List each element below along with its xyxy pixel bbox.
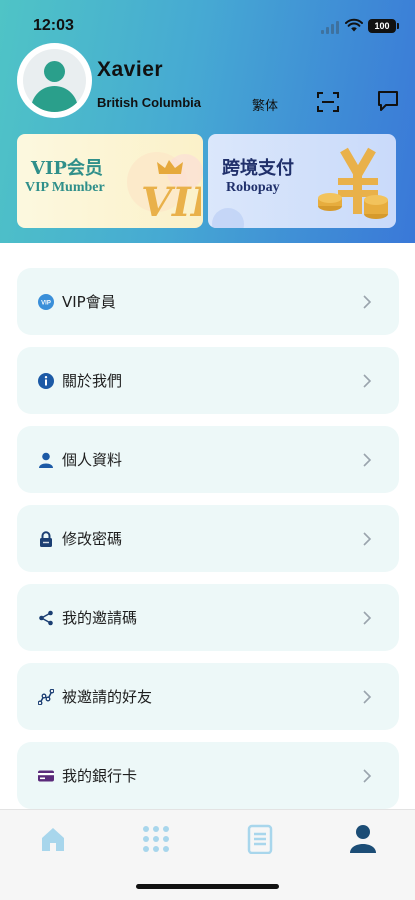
chevron-right-icon (363, 769, 372, 783)
cellular-signal-icon (321, 21, 341, 34)
grid-icon[interactable] (141, 824, 171, 854)
home-indicator (136, 884, 279, 889)
menu-item-invite-code[interactable]: 我的邀請碼 (17, 584, 399, 651)
menu-item-label: 關於我們 (62, 372, 123, 390)
chevron-right-icon (363, 453, 372, 467)
menu-item-profile[interactable]: 個人資料 (17, 426, 399, 493)
profile-header: 12:03 100 Xavier British Columbia 繁体 VIP… (0, 0, 415, 243)
menu-item-label: 我的銀行卡 (62, 767, 138, 785)
chevron-right-icon (363, 374, 372, 388)
menu-item-about[interactable]: 關於我們 (17, 347, 399, 414)
avatar[interactable] (17, 43, 92, 118)
vip-member-banner[interactable]: VIP会员 VIP Mumber VIP (17, 134, 203, 228)
status-bar: 12:03 100 (0, 0, 415, 48)
status-time: 12:03 (33, 17, 74, 34)
battery-icon: 100 (368, 19, 399, 33)
network-icon (38, 689, 54, 705)
menu-item-label: 個人資料 (62, 451, 123, 469)
vip-badge-icon: VIP (38, 294, 54, 310)
yuan-coins-icon (318, 147, 388, 219)
info-icon (38, 373, 54, 389)
menu-item-invited-friends[interactable]: 被邀請的好友 (17, 663, 399, 730)
home-icon[interactable] (38, 824, 68, 854)
menu-item-vip[interactable]: VIP VIP會員 (17, 268, 399, 335)
vip-banner-subtitle: VIP Mumber (25, 180, 105, 195)
chevron-right-icon (363, 532, 372, 546)
share-icon (39, 610, 53, 626)
profile-location: British Columbia (97, 95, 202, 110)
chevron-right-icon (363, 295, 372, 309)
pay-banner-title: 跨境支付 (222, 158, 294, 179)
menu-item-label: 被邀請的好友 (62, 688, 153, 706)
vip-logo-icon: VIP (141, 160, 201, 222)
chevron-right-icon (363, 690, 372, 704)
menu-item-label: VIP會員 (62, 293, 116, 311)
wifi-icon (345, 18, 363, 32)
lock-icon (40, 531, 52, 547)
user-icon (39, 452, 53, 468)
scan-icon[interactable] (317, 92, 339, 112)
language-toggle[interactable]: 繁体 (252, 95, 278, 114)
message-icon[interactable] (377, 90, 399, 112)
robopay-banner[interactable]: 跨境支付 Robopay (208, 134, 396, 228)
bank-card-icon (38, 770, 54, 782)
profile-icon[interactable] (348, 824, 378, 854)
menu-item-label: 我的邀請碼 (62, 609, 138, 627)
pay-banner-subtitle: Robopay (226, 180, 280, 195)
document-icon[interactable] (245, 824, 275, 854)
chevron-right-icon (363, 611, 372, 625)
profile-name: Xavier (97, 58, 164, 81)
svg-text:VIP: VIP (41, 301, 51, 307)
vip-banner-title: VIP会员 (31, 158, 103, 179)
menu-item-bank-card[interactable]: 我的銀行卡 (17, 742, 399, 809)
menu-item-change-password[interactable]: 修改密碼 (17, 505, 399, 572)
vip-art-text: VIP (141, 179, 201, 222)
menu-item-label: 修改密碼 (62, 530, 123, 548)
